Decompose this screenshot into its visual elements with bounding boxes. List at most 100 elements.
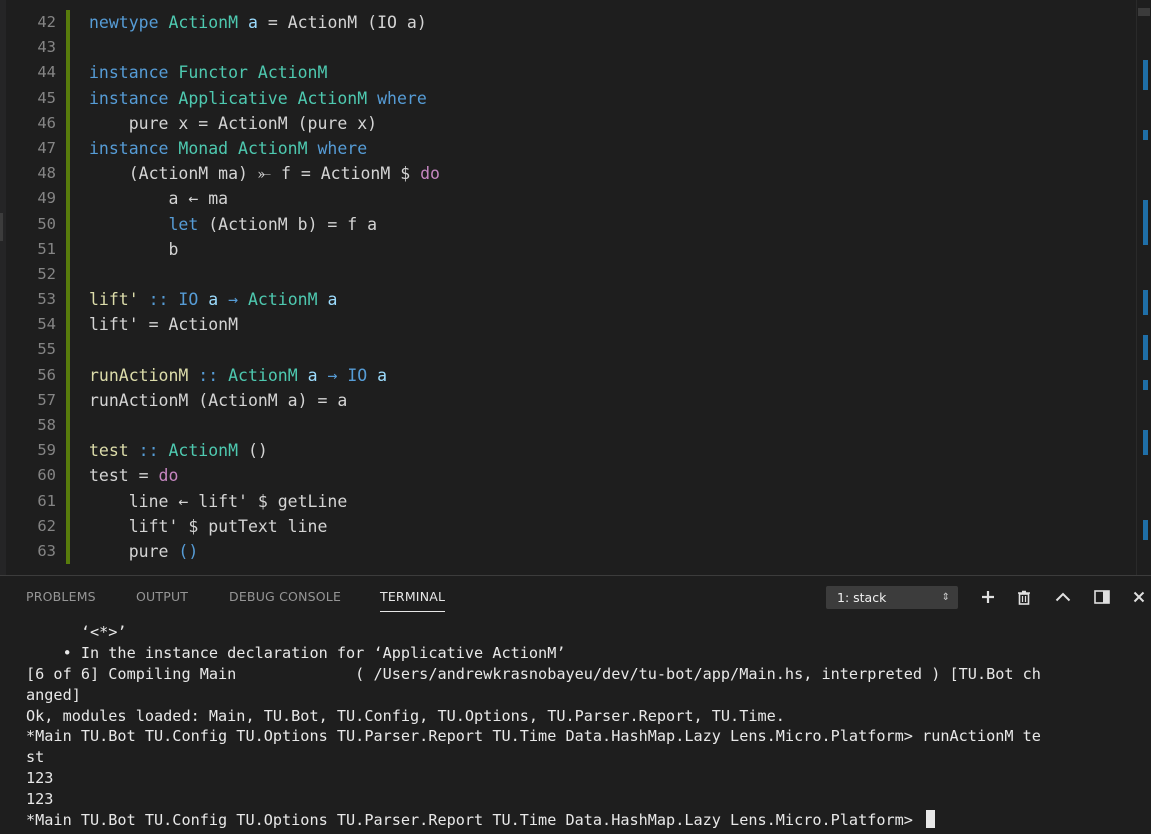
code-token: Monad [178,138,239,158]
code-line[interactable]: 62 lift' $ putText line [0,513,1130,539]
line-number: 54 [37,315,56,334]
git-change-bar [66,413,70,439]
git-change-bar [66,312,70,338]
git-change-bar [66,513,70,539]
line-number: 56 [37,365,56,384]
terminal-output[interactable]: ‘<*>’ • In the instance declaration for … [26,622,1141,831]
code-line[interactable]: 59 test :: ActionM () [0,438,1130,464]
terminal-text: st [26,748,45,767]
code-text: pure () [89,539,199,564]
code-token: :: [148,290,179,310]
code-token: pure [89,541,179,561]
close-panel-button[interactable] [1127,585,1151,609]
code-token: b [89,239,179,259]
split-panel-icon [1094,590,1110,604]
terminal-line: Ok, modules loaded: Main, TU.Bot, TU.Con… [26,706,1141,727]
code-line[interactable]: 61 line ← lift' $ getLine [0,488,1130,514]
line-number: 46 [37,113,56,132]
git-change-bar [66,538,70,565]
code-token: do [158,466,179,486]
code-editor[interactable]: 42 newtype ActionM a = ActionM (IO a) 43 44… [0,0,1151,575]
terminal-line: *Main TU.Bot TU.Config TU.Options TU.Par… [26,726,1141,747]
code-line[interactable]: 60 test = do [0,463,1130,489]
git-change-bar [66,85,70,111]
terminal-line: [6 of 6] Compiling Main ( /Users/andrewk… [26,664,1141,685]
code-line[interactable]: 43 [0,35,1130,61]
line-number: 48 [37,164,56,183]
code-token: newtype [89,13,169,32]
line-number: 62 [37,516,56,535]
terminal-select[interactable]: 1: stack ⇕ [826,586,958,609]
line-number: 50 [37,214,56,233]
code-lines: 42 newtype ActionM a = ActionM (IO a) 43 44… [0,10,1130,565]
ruler-mark [1143,380,1148,390]
line-number: 44 [37,63,56,82]
line-number: 57 [37,390,56,409]
kill-terminal-button[interactable] [1012,585,1036,609]
code-line[interactable]: 55 [0,337,1130,363]
code-token: :: [198,365,229,385]
code-token: let [168,214,199,234]
code-text: b [89,237,178,262]
git-change-bar [66,211,70,237]
new-terminal-button[interactable] [976,585,1000,609]
git-change-bar [66,236,70,262]
code-line[interactable]: 45 instance Applicative ActionM where [0,85,1130,111]
code-text: test = do [89,463,178,488]
tab-terminal[interactable]: TERMINAL [380,589,446,612]
code-line[interactable]: 49 a ← ma [0,186,1130,212]
ruler-mark [1143,130,1148,140]
ruler-mark [1143,335,1148,360]
line-number: 63 [37,541,56,560]
code-line[interactable]: 46 pure x = ActionM (pure x) [0,110,1130,136]
code-line[interactable]: 54 lift' = ActionM [0,312,1130,338]
tab-debug-console[interactable]: DEBUG CONSOLE [229,589,341,605]
code-token: a [377,365,388,385]
code-line[interactable]: 53 lift' :: IO a → ActionM a [0,287,1130,313]
code-text: (ActionM ma) ⤜ f = ActionM $ do [89,161,440,186]
tab-output[interactable]: OUTPUT [136,589,188,605]
overview-ruler[interactable] [1136,0,1151,575]
tab-problems[interactable]: PROBLEMS [26,589,96,605]
terminal-select-value: 1: stack [837,590,887,605]
code-token: a ← ma [89,189,229,209]
code-line[interactable]: 52 [0,261,1130,288]
code-line[interactable]: 56 runActionM :: ActionM a → IO a [0,362,1130,388]
terminal-line: 123 [26,789,1141,810]
line-number: 51 [37,239,56,258]
code-token: (ActionM b) = f a [198,214,378,234]
code-line[interactable]: 50 let (ActionM b) = f a [0,211,1130,237]
close-icon [1133,591,1145,603]
trash-icon [1018,590,1030,605]
code-text: a ← ma [89,186,228,211]
scrollbar-thumb[interactable] [1138,8,1150,16]
code-line[interactable]: 58 [0,413,1130,439]
code-line[interactable]: 48 (ActionM ma) ⤜ f = ActionM $ do [0,161,1130,187]
code-text: instance Functor ActionM [89,60,327,85]
git-change-bar [66,10,70,36]
code-line[interactable]: 44 instance Functor ActionM [0,60,1130,86]
line-number: 60 [37,466,56,485]
maximize-panel-button[interactable] [1051,585,1075,609]
code-line[interactable]: 42 newtype ActionM a = ActionM (IO a) [0,10,1130,36]
terminal-text: *Main TU.Bot TU.Config TU.Options TU.Par… [26,727,1041,746]
code-token: a [247,13,258,32]
code-token: :: [138,441,169,461]
code-line[interactable]: 57 runActionM (ActionM a) = a [0,387,1130,413]
code-line[interactable]: 63 pure () [0,538,1130,565]
line-number: 55 [37,340,56,359]
code-line[interactable]: 47 instance Monad ActionM where [0,135,1130,162]
code-token: → [228,290,248,310]
terminal-text: [6 of 6] Compiling Main ( /Users/andrewk… [26,664,1041,683]
chevron-up-icon [1055,592,1071,602]
code-token: instance [89,138,179,158]
code-token: Applicative [178,88,298,108]
plus-icon [982,591,994,603]
code-token: ActionM [228,365,308,385]
code-text: lift' = ActionM [89,312,238,337]
code-text: let (ActionM b) = f a [89,212,377,237]
code-line[interactable]: 51 b [0,236,1130,262]
toggle-panel-position-button[interactable] [1090,585,1114,609]
code-text: lift' $ putText line [89,514,328,539]
code-text: runActionM (ActionM a) = a [89,388,347,413]
